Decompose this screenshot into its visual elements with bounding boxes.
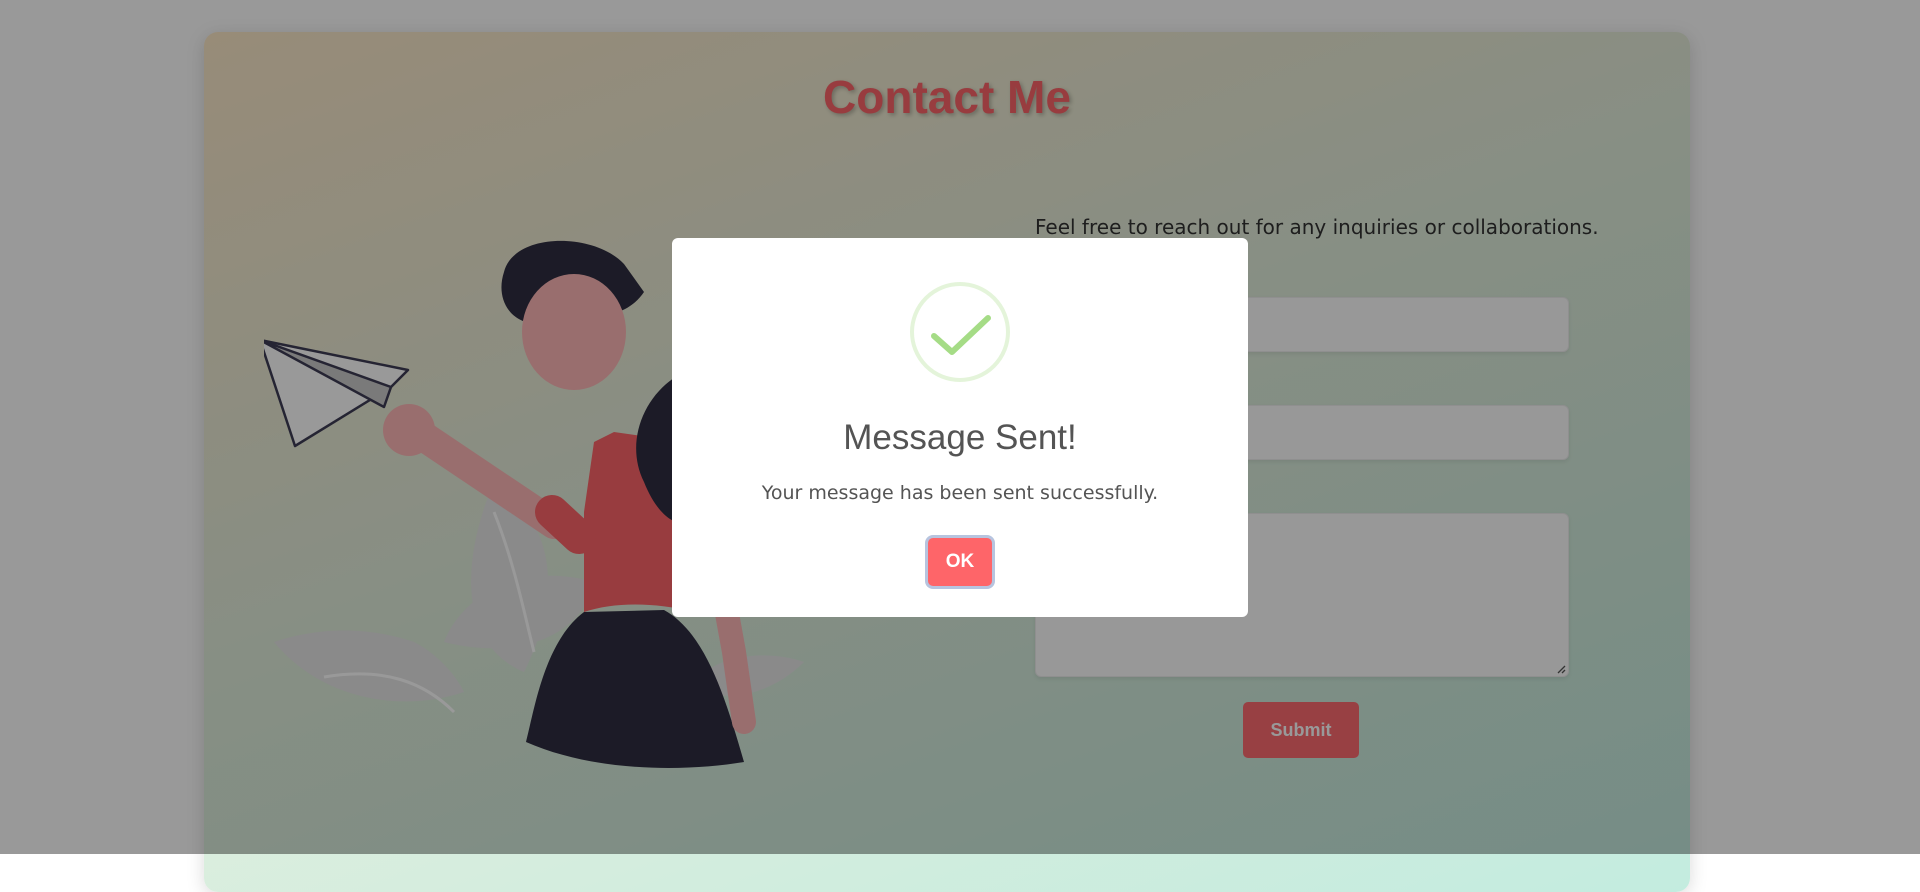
success-check-icon: [910, 282, 1010, 382]
dialog-message: Your message has been sent successfully.: [761, 482, 1159, 504]
success-dialog: Message Sent! Your message has been sent…: [672, 238, 1248, 617]
ok-button[interactable]: OK: [928, 538, 992, 586]
dialog-title: Message Sent!: [843, 418, 1077, 457]
